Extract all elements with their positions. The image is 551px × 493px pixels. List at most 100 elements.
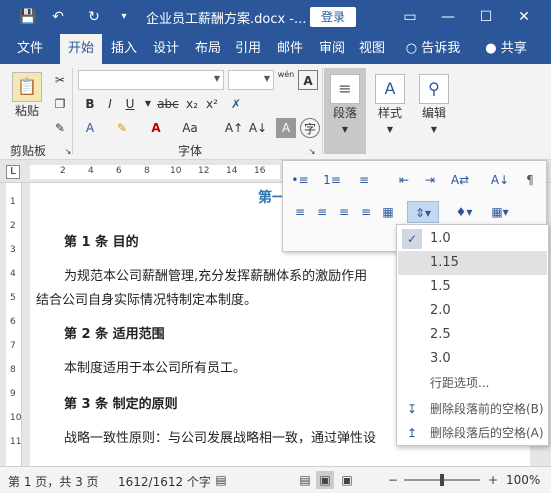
line-spacing-option[interactable]: 1.15	[398, 251, 547, 275]
line-spacing-option-label: 3.0	[430, 351, 451, 366]
title-bar: 💾 ↶ ↻ ▾ 企业员工薪酬方案.docx -... 登录 ▭ — ☐ ✕	[0, 0, 551, 34]
tab-file[interactable]: 文件	[8, 34, 52, 64]
bold-button[interactable]: B	[80, 94, 100, 114]
chinese-layout-icon[interactable]: A⇄	[449, 169, 471, 191]
status-bar: 第 1 页，共 3 页 1612/1612 个字 ▤ ▤ ▣ ▣ − + 100…	[0, 466, 551, 493]
tab-layout[interactable]: 布局	[190, 34, 226, 64]
page-count[interactable]: 第 1 页，共 3 页	[8, 473, 99, 490]
line-spacing-options-link[interactable]: 行距选项...	[398, 371, 547, 395]
line-spacing-option-label: 2.5	[430, 327, 451, 342]
remove-space-after-item[interactable]: ↥ 删除段落后的空格(A)	[398, 421, 547, 445]
zoom-level[interactable]: 100%	[506, 473, 540, 487]
line-spacing-option-label: 1.0	[430, 231, 451, 246]
login-button[interactable]: 登录	[310, 7, 356, 27]
align-center-icon[interactable]: ≡	[311, 201, 333, 223]
numbering-icon[interactable]: 1≡	[321, 169, 343, 191]
strikethrough-button[interactable]: abc	[156, 94, 180, 114]
align-right-icon[interactable]: ≡	[333, 201, 355, 223]
tell-me-label: 告诉我	[421, 41, 461, 56]
tab-selector[interactable]: L	[6, 165, 20, 179]
distributed-icon[interactable]: ▦	[377, 201, 399, 223]
redo-icon[interactable]: ↻	[84, 7, 104, 27]
paragraph-label: 段落	[332, 106, 357, 120]
doc-paragraph: 本制度适用于本公司所有员工。	[64, 361, 247, 376]
font-size-combo[interactable]: ▼	[228, 70, 274, 90]
chevron-down-icon[interactable]: ▼	[138, 94, 158, 114]
ruler-strip	[30, 165, 280, 179]
close-icon[interactable]: ✕	[512, 6, 536, 28]
character-border-button[interactable]: A	[298, 70, 318, 90]
line-spacing-option[interactable]: 2.0	[398, 299, 547, 323]
chevron-down-icon: ▼	[386, 125, 394, 134]
editing-button[interactable]: ⚲ 编辑 ▼	[414, 68, 454, 154]
line-spacing-option[interactable]: 1.5	[398, 275, 547, 299]
italic-button[interactable]: I	[100, 94, 120, 114]
multilevel-list-icon[interactable]: ≡	[353, 169, 375, 191]
increase-indent-icon[interactable]: ⇥	[419, 169, 441, 191]
show-marks-icon[interactable]: ¶	[519, 169, 541, 191]
bullets-icon[interactable]: •≡	[289, 169, 311, 191]
subscript-button[interactable]: x₂	[182, 94, 202, 114]
clipboard-launcher-icon[interactable]: ↘	[58, 142, 78, 162]
styles-button[interactable]: A 样式 ▼	[370, 68, 410, 154]
ruler-number: 4	[10, 269, 16, 279]
doc-heading: 第 2 条 适用范围	[64, 327, 165, 342]
font-color-icon[interactable]: A	[146, 118, 166, 138]
maximize-icon[interactable]: ☐	[474, 6, 498, 28]
zoom-out-icon[interactable]: −	[384, 471, 402, 489]
web-layout-icon[interactable]: ▣	[338, 471, 356, 489]
shrink-font-icon[interactable]: A↓	[248, 118, 268, 138]
clear-formatting-icon[interactable]: ✗	[226, 94, 246, 114]
proofing-icon[interactable]: ▤	[212, 471, 230, 489]
ribbon-display-options-icon[interactable]: ▭	[398, 6, 422, 28]
font-name-combo[interactable]: ▼	[78, 70, 224, 90]
zoom-in-icon[interactable]: +	[484, 471, 502, 489]
grow-font-icon[interactable]: A↑	[224, 118, 244, 138]
shading-icon[interactable]: ♦▾	[449, 201, 479, 223]
font-launcher-icon[interactable]: ↘	[302, 142, 322, 162]
paste-button[interactable]: 📋 粘贴	[8, 72, 46, 132]
zoom-slider-thumb[interactable]	[440, 474, 444, 486]
editing-label: 编辑	[421, 106, 446, 120]
line-spacing-option[interactable]: ✓ 1.0	[398, 227, 547, 251]
qat-more-icon[interactable]: ▾	[114, 7, 134, 27]
tab-references[interactable]: 引用	[230, 34, 266, 64]
tab-mailings[interactable]: 邮件	[272, 34, 308, 64]
underline-button[interactable]: U	[120, 94, 140, 114]
text-effects-icon[interactable]: A	[80, 118, 100, 138]
align-left-icon[interactable]: ≡	[289, 201, 311, 223]
sort-icon[interactable]: A↓	[489, 169, 511, 191]
highlight-icon[interactable]: ✎	[112, 118, 132, 138]
superscript-button[interactable]: x²	[202, 94, 222, 114]
enclosed-character-icon[interactable]: 字	[300, 118, 320, 138]
read-mode-icon[interactable]: ▤	[296, 471, 314, 489]
share-button[interactable]: ● 共享	[478, 34, 534, 64]
justify-icon[interactable]: ≡	[355, 201, 377, 223]
tab-home[interactable]: 开始	[60, 34, 102, 64]
character-shading-icon[interactable]: A	[276, 118, 296, 138]
font-group-label: 字体	[178, 144, 203, 158]
copy-icon[interactable]: ❐	[50, 94, 70, 114]
tab-insert[interactable]: 插入	[106, 34, 142, 64]
divider	[72, 68, 73, 154]
word-count[interactable]: 1612/1612 个字	[118, 473, 211, 490]
save-icon[interactable]: 💾	[18, 7, 38, 27]
decrease-indent-icon[interactable]: ⇤	[393, 169, 415, 191]
line-spacing-option[interactable]: 2.5	[398, 323, 547, 347]
tab-design[interactable]: 设计	[148, 34, 184, 64]
phonetic-guide-button[interactable]: wén	[276, 70, 296, 90]
tell-me-button[interactable]: ○ 告诉我	[400, 34, 466, 64]
line-spacing-button[interactable]: ⇕▾	[407, 201, 439, 223]
cut-icon[interactable]: ✂	[50, 70, 70, 90]
minimize-icon[interactable]: —	[436, 6, 460, 28]
change-case-icon[interactable]: Aa	[180, 118, 200, 138]
borders-icon[interactable]: ▦▾	[485, 201, 515, 223]
paragraph-button[interactable]: ≡ 段落 ▼	[324, 68, 366, 154]
tab-review[interactable]: 审阅	[314, 34, 350, 64]
undo-icon[interactable]: ↶	[48, 7, 68, 27]
print-layout-icon[interactable]: ▣	[316, 471, 334, 489]
format-painter-icon[interactable]: ✎	[50, 118, 70, 138]
tab-view[interactable]: 视图	[354, 34, 390, 64]
remove-space-before-item[interactable]: ↧ 删除段落前的空格(B)	[398, 397, 547, 421]
line-spacing-option[interactable]: 3.0	[398, 347, 547, 371]
